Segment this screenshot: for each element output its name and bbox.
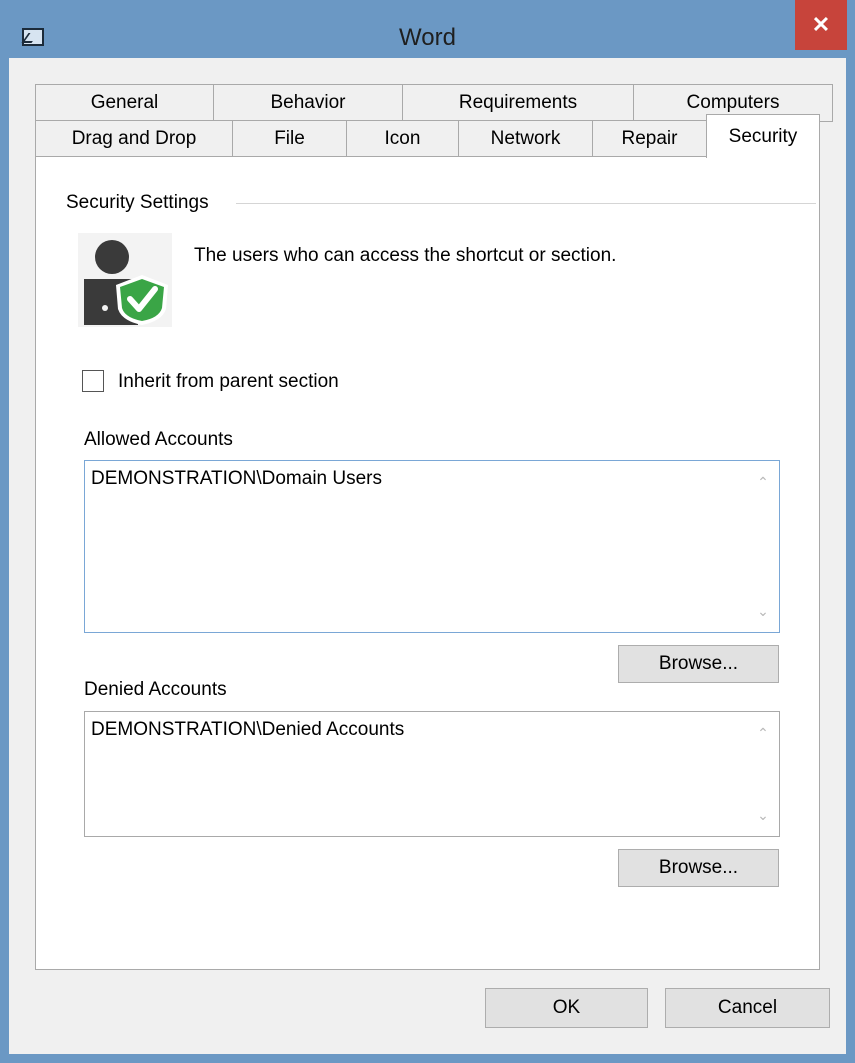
denied-accounts-list[interactable]: DEMONSTRATION\Denied Accounts ⌃ ⌄ <box>84 711 780 837</box>
allowed-accounts-label: Allowed Accounts <box>84 429 233 450</box>
denied-accounts-label: Denied Accounts <box>84 679 227 700</box>
tab-network[interactable]: Network <box>458 120 593 158</box>
section-divider <box>236 203 816 204</box>
security-description: The users who can access the shortcut or… <box>194 245 617 266</box>
tab-security[interactable]: Security <box>706 114 820 158</box>
tab-behavior[interactable]: Behavior <box>213 84 403 122</box>
allowed-accounts-list[interactable]: DEMONSTRATION\Domain Users ⌃ ⌄ <box>84 460 780 633</box>
window-title: Word <box>399 24 456 51</box>
tab-requirements[interactable]: Requirements <box>402 84 634 122</box>
user-shield-icon <box>78 233 172 327</box>
tab-general[interactable]: General <box>35 84 214 122</box>
allowed-browse-button[interactable]: Browse... <box>618 645 779 683</box>
section-title: Security Settings <box>66 192 209 213</box>
cancel-button[interactable]: Cancel <box>665 988 830 1028</box>
tab-repair[interactable]: Repair <box>592 120 707 158</box>
tab-icon[interactable]: Icon <box>346 120 459 158</box>
allowed-scrollbar[interactable]: ⌃ ⌄ <box>748 462 778 631</box>
scroll-down-icon[interactable]: ⌄ <box>748 599 778 623</box>
security-tab-panel: Security Settings The users who can acce… <box>35 156 820 970</box>
scroll-up-icon[interactable]: ⌃ <box>748 470 778 494</box>
tab-drag-and-drop[interactable]: Drag and Drop <box>35 120 233 158</box>
tab-file[interactable]: File <box>232 120 347 158</box>
scroll-down-icon[interactable]: ⌄ <box>748 803 778 827</box>
list-item[interactable]: DEMONSTRATION\Denied Accounts <box>91 719 404 741</box>
inherit-checkbox[interactable] <box>82 370 104 392</box>
close-button[interactable]: ✕ <box>795 0 847 50</box>
list-item[interactable]: DEMONSTRATION\Domain Users <box>91 468 382 490</box>
denied-scrollbar[interactable]: ⌃ ⌄ <box>748 713 778 835</box>
ok-button[interactable]: OK <box>485 988 648 1028</box>
dialog-body: General Behavior Requirements Computers … <box>9 58 846 1054</box>
title-bar[interactable]: Word ✕ <box>0 0 855 58</box>
denied-browse-button[interactable]: Browse... <box>618 849 779 887</box>
dialog-window: Word ✕ General Behavior Requirements Com… <box>0 0 855 1063</box>
scroll-up-icon[interactable]: ⌃ <box>748 721 778 745</box>
inherit-label[interactable]: Inherit from parent section <box>118 371 339 393</box>
